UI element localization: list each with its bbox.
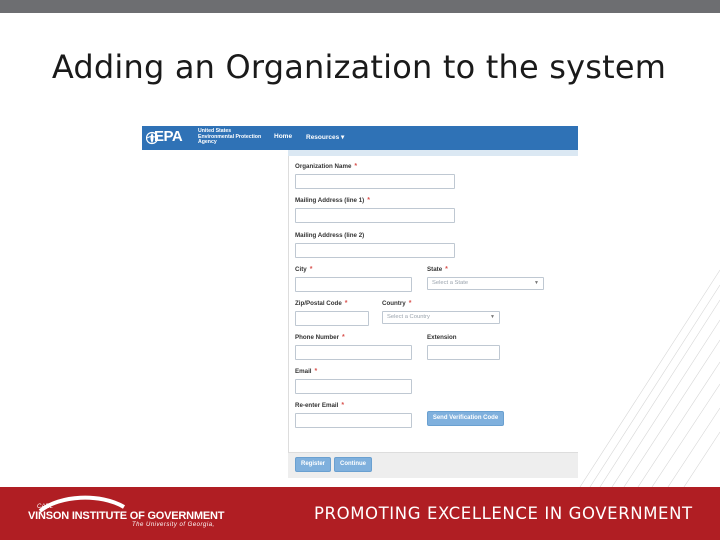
top-bar xyxy=(0,0,720,13)
email-input[interactable] xyxy=(295,379,412,394)
email-label: Email * xyxy=(295,368,318,375)
org-name-input[interactable] xyxy=(295,174,455,189)
required-mark: * xyxy=(309,266,313,273)
required-mark: * xyxy=(344,300,348,307)
state-select-value: Select a State xyxy=(432,280,469,286)
nav-resources[interactable]: Resources ▾ xyxy=(306,133,344,141)
city-label: City * xyxy=(295,266,313,273)
required-mark: * xyxy=(354,163,358,170)
required-mark: * xyxy=(367,197,370,204)
chevron-down-icon: ▼ xyxy=(534,280,539,286)
zip-input[interactable] xyxy=(295,311,369,326)
nav-home[interactable]: Home xyxy=(274,133,292,140)
send-verification-code-button[interactable]: Send Verification Code xyxy=(427,411,504,426)
institute-university: The University of Georgia, xyxy=(132,522,215,528)
required-mark: * xyxy=(408,300,412,307)
required-mark: * xyxy=(341,402,345,409)
epa-agency-name: United States Environmental Protection A… xyxy=(198,128,262,146)
extension-input[interactable] xyxy=(427,345,500,360)
continue-button[interactable]: Continue xyxy=(334,457,372,472)
extension-label: Extension xyxy=(427,334,457,341)
country-label: Country * xyxy=(382,300,412,307)
reenter-email-input[interactable] xyxy=(295,413,412,428)
required-mark: * xyxy=(445,266,448,273)
tagline: PROMOTING EXCELLENCE IN GOVERNMENT xyxy=(314,504,693,523)
epa-logo-text[interactable]: EPA xyxy=(154,128,183,145)
decorative-lines xyxy=(579,269,720,487)
state-select[interactable]: Select a State ▼ xyxy=(427,277,544,290)
mailing2-input[interactable] xyxy=(295,243,455,258)
phone-label: Phone Number * xyxy=(295,334,345,341)
country-select[interactable]: Select a Country ▼ xyxy=(382,311,500,324)
epa-form-screenshot: EPA United States Environmental Protecti… xyxy=(142,126,578,478)
required-mark: * xyxy=(314,368,318,375)
required-mark: * xyxy=(342,334,345,341)
reenter-email-label: Re-enter Email * xyxy=(295,402,345,409)
zip-label: Zip/Postal Code * xyxy=(295,300,348,307)
phone-input[interactable] xyxy=(295,345,412,360)
register-button[interactable]: Register xyxy=(295,457,331,472)
mailing2-label: Mailing Address (line 2) xyxy=(295,232,365,239)
institute-name: VINSON INSTITUTE OF GOVERNMENT xyxy=(28,510,225,522)
state-label: State * xyxy=(427,266,448,273)
city-input[interactable] xyxy=(295,277,412,292)
mailing1-input[interactable] xyxy=(295,208,455,223)
form-footer xyxy=(288,452,578,478)
slide-title: Adding an Organization to the system xyxy=(51,48,667,86)
mailing1-label: Mailing Address (line 1) * xyxy=(295,197,370,204)
chevron-down-icon: ▼ xyxy=(490,314,495,320)
slide: Adding an Organization to the system EPA… xyxy=(0,0,720,540)
country-select-value: Select a Country xyxy=(387,314,430,320)
epa-navbar: EPA United States Environmental Protecti… xyxy=(142,126,578,150)
org-name-label: Organization Name * xyxy=(295,163,358,170)
